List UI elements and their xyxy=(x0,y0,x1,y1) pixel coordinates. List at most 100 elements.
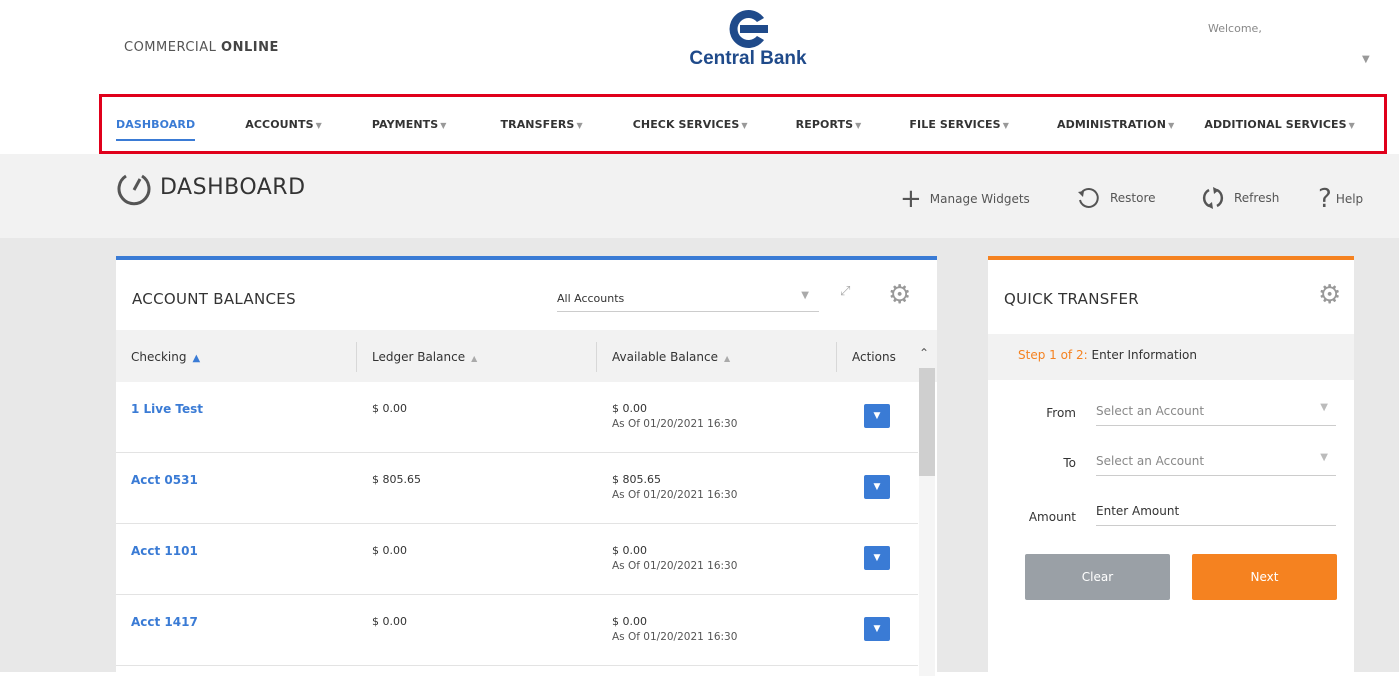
plus-icon: + xyxy=(900,184,922,214)
to-account-select[interactable]: Select an Account ▼ xyxy=(1096,448,1336,476)
brand-name: COMMERCIAL ONLINE xyxy=(124,40,279,55)
from-account-select[interactable]: Select an Account ▼ xyxy=(1096,398,1336,426)
main-nav: DASHBOARD ACCOUNTS ▼ PAYMENTS ▼ TRANSFERS ▼… xyxy=(102,97,1384,151)
quick-transfer-widget: QUICK TRANSFER ⚙ Step 1 of 2: Enter Info… xyxy=(988,256,1354,672)
as-of-timestamp: As Of 01/20/2021 16:30 xyxy=(612,560,738,572)
row-actions-dropdown[interactable]: ▼ xyxy=(864,404,890,428)
account-name-link[interactable]: 1 Live Test xyxy=(131,402,203,416)
column-checking[interactable]: Checking ▲ xyxy=(131,350,200,364)
nav-file-services[interactable]: FILE SERVICES ▼ xyxy=(909,118,1009,131)
scroll-up-icon[interactable]: ⌃ xyxy=(919,346,929,360)
chevron-down-icon: ▼ xyxy=(855,120,862,130)
account-balances-title: ACCOUNT BALANCES xyxy=(132,290,296,308)
account-filter-select[interactable]: All Accounts ▼ xyxy=(557,284,819,312)
account-balances-widget: ACCOUNT BALANCES All Accounts ▼ ⤢ ⚙ Chec… xyxy=(116,256,937,676)
row-actions-dropdown[interactable]: ▼ xyxy=(864,475,890,499)
row-actions-dropdown[interactable]: ▼ xyxy=(864,617,890,641)
column-available-balance[interactable]: Available Balance ▲ xyxy=(612,350,730,364)
column-divider xyxy=(836,342,837,372)
welcome-text: Welcome, xyxy=(1208,22,1262,35)
account-name-link[interactable]: Acct 1417 xyxy=(131,615,198,629)
expand-icon[interactable]: ⤢ xyxy=(840,284,850,299)
brand-bold: ONLINE xyxy=(221,40,279,55)
restore-button[interactable]: Restore xyxy=(1076,186,1156,210)
clear-button[interactable]: Clear xyxy=(1025,554,1170,600)
table-row: Acct 1101 $ 0.00 $ 0.00 As Of 01/20/2021… xyxy=(116,524,918,595)
manage-widgets-button[interactable]: + Manage Widgets xyxy=(900,186,1030,212)
chevron-down-icon: ▼ xyxy=(576,120,583,130)
account-rows: 1 Live Test $ 0.00 $ 0.00 As Of 01/20/20… xyxy=(116,382,918,666)
chevron-down-icon: ▼ xyxy=(1348,120,1355,130)
table-header: Checking ▲ Ledger Balance ▲ Available Bala… xyxy=(116,330,937,382)
ledger-balance: $ 0.00 xyxy=(372,615,407,628)
available-balance: $ 805.65 xyxy=(612,473,661,486)
help-button[interactable]: ? Help xyxy=(1318,186,1363,212)
gear-icon[interactable]: ⚙ xyxy=(888,282,911,308)
column-ledger-balance[interactable]: Ledger Balance ▲ xyxy=(372,350,477,364)
chevron-down-icon: ▼ xyxy=(1168,120,1175,130)
sort-ascending-icon: ▲ xyxy=(192,353,201,364)
brand-light: COMMERCIAL xyxy=(124,40,222,55)
available-balance: $ 0.00 xyxy=(612,544,647,557)
chevron-down-icon: ▼ xyxy=(440,120,447,130)
available-balance: $ 0.00 xyxy=(612,402,647,415)
refresh-button[interactable]: Refresh xyxy=(1200,186,1279,210)
chevron-down-icon: ▼ xyxy=(873,553,881,563)
scrollbar-thumb[interactable] xyxy=(919,368,935,476)
sort-icon: ▲ xyxy=(724,354,731,363)
nav-dashboard[interactable]: DASHBOARD xyxy=(116,118,196,141)
question-mark-icon: ? xyxy=(1318,184,1332,214)
account-name-link[interactable]: Acct 0531 xyxy=(131,473,198,487)
chevron-down-icon: ▼ xyxy=(1320,452,1328,463)
amount-field[interactable]: Enter Amount xyxy=(1096,498,1336,526)
quick-transfer-title: QUICK TRANSFER xyxy=(1004,290,1139,308)
nav-payments[interactable]: PAYMENTS ▼ xyxy=(372,118,447,131)
nav-reports[interactable]: REPORTS ▼ xyxy=(796,118,862,131)
from-account-placeholder: Select an Account xyxy=(1096,404,1205,418)
header: COMMERCIAL ONLINE Central Bank Welcome, … xyxy=(0,0,1399,90)
as-of-timestamp: As Of 01/20/2021 16:30 xyxy=(612,631,738,643)
chevron-down-icon: ▼ xyxy=(873,482,881,492)
table-row: Acct 0531 $ 805.65 $ 805.65 As Of 01/20/… xyxy=(116,453,918,524)
ledger-balance: $ 0.00 xyxy=(372,402,407,415)
user-menu-chevron-icon[interactable]: ▼ xyxy=(1362,54,1370,65)
as-of-timestamp: As Of 01/20/2021 16:30 xyxy=(612,418,738,430)
chevron-down-icon: ▼ xyxy=(315,120,322,130)
gear-icon[interactable]: ⚙ xyxy=(1318,282,1341,308)
refresh-icon xyxy=(1202,187,1224,209)
refresh-label: Refresh xyxy=(1234,191,1280,205)
column-actions: Actions xyxy=(852,350,896,364)
table-row: 1 Live Test $ 0.00 $ 0.00 As Of 01/20/20… xyxy=(116,382,918,453)
step-count: Step 1 of 2: xyxy=(1018,348,1088,362)
row-actions-dropdown[interactable]: ▼ xyxy=(864,546,890,570)
nav-additional-services[interactable]: ADDITIONAL SERVICES ▼ xyxy=(1204,118,1355,131)
account-filter-value: All Accounts xyxy=(557,292,625,305)
as-of-timestamp: As Of 01/20/2021 16:30 xyxy=(612,489,738,501)
amount-label: Amount xyxy=(1028,510,1076,524)
chevron-down-icon: ▼ xyxy=(801,290,809,301)
table-row: Acct 1417 $ 0.00 $ 0.00 As Of 01/20/2021… xyxy=(116,595,918,666)
chevron-down-icon: ▼ xyxy=(1002,120,1009,130)
chevron-down-icon: ▼ xyxy=(741,120,748,130)
nav-accounts[interactable]: ACCOUNTS ▼ xyxy=(245,118,322,131)
nav-check-services[interactable]: CHECK SERVICES ▼ xyxy=(633,118,748,131)
chevron-down-icon: ▼ xyxy=(873,411,881,421)
account-name-link[interactable]: Acct 1101 xyxy=(131,544,198,558)
page-title: DASHBOARD xyxy=(160,175,306,200)
help-label: Help xyxy=(1335,192,1364,206)
from-label: From xyxy=(1046,406,1076,420)
chevron-down-icon: ▼ xyxy=(873,624,881,634)
to-account-placeholder: Select an Account xyxy=(1096,454,1205,468)
bank-logo[interactable]: Central Bank xyxy=(668,8,828,88)
sort-icon: ▲ xyxy=(471,354,478,363)
nav-transfers[interactable]: TRANSFERS ▼ xyxy=(501,118,583,131)
column-divider xyxy=(356,342,357,372)
next-button[interactable]: Next xyxy=(1192,554,1337,600)
restore-icon xyxy=(1078,187,1099,208)
to-label: To xyxy=(1063,456,1076,470)
restore-label: Restore xyxy=(1110,191,1156,205)
step-indicator: Step 1 of 2: Enter Information xyxy=(988,334,1354,380)
nav-administration[interactable]: ADMINISTRATION ▼ xyxy=(1057,118,1174,131)
amount-placeholder: Enter Amount xyxy=(1096,504,1180,518)
column-divider xyxy=(596,342,597,372)
